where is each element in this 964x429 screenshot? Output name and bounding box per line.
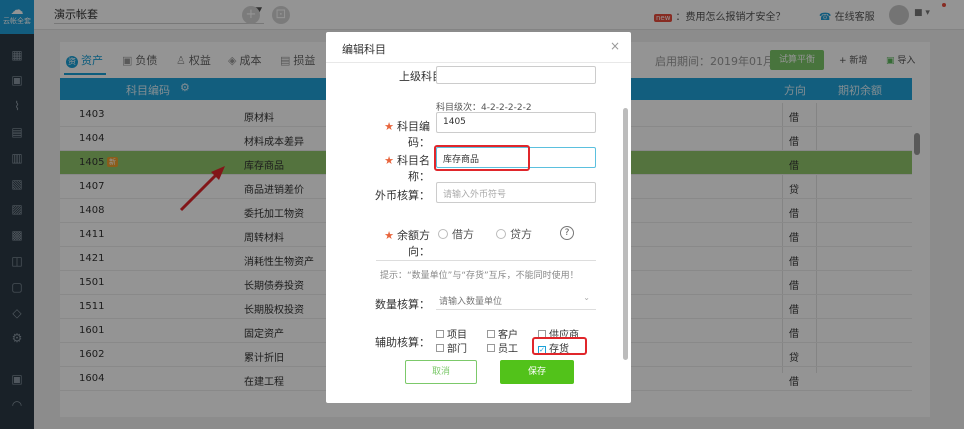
dialog-divider — [326, 62, 631, 63]
dialog-title: 编辑科目 — [342, 43, 386, 56]
name-label: 科目名称： — [397, 154, 430, 183]
highlight-box-inventory — [532, 337, 587, 355]
aux-option-project[interactable]: 项目 — [436, 326, 467, 341]
close-icon[interactable]: × — [610, 39, 620, 53]
cancel-button[interactable]: 取消 — [405, 360, 477, 384]
code-input[interactable]: 1405 — [436, 112, 596, 133]
help-icon[interactable]: ? — [560, 226, 574, 240]
direction-label: 余额方向： — [397, 229, 430, 258]
mutex-tip: 提示：“数量单位”与“存货”互斥，不能同时使用！ — [380, 271, 579, 281]
currency-input[interactable]: 请输入外币符号 — [436, 182, 596, 203]
parent-subject-input[interactable] — [436, 66, 596, 84]
highlight-box-name — [434, 145, 530, 171]
checkbox-icon — [436, 344, 444, 352]
checkbox-label: 部门 — [447, 344, 467, 355]
code-label: 科目编码： — [397, 120, 430, 149]
required-marker: ★ — [384, 229, 394, 242]
currency-label: 外币核算： — [375, 189, 430, 202]
checkbox-icon — [487, 344, 495, 352]
quantity-placeholder: 请输入数量单位 — [439, 297, 503, 307]
required-marker: ★ — [384, 120, 394, 133]
required-marker: ★ — [384, 154, 394, 167]
aux-option-employee[interactable]: 员工 — [487, 340, 518, 355]
radio-label: 贷方 — [510, 228, 532, 241]
radio-icon — [438, 229, 448, 239]
edit-subject-dialog: 编辑科目 × 上级科目： 科目级次：4-2-2-2-2-2 ★ 科目编码： 140… — [326, 32, 631, 403]
aux-option-customer[interactable]: 客户 — [487, 326, 518, 341]
radio-icon — [496, 229, 506, 239]
checkbox-icon — [436, 330, 444, 338]
radio-credit[interactable]: 贷方 — [496, 226, 532, 242]
save-button[interactable]: 保存 — [500, 360, 574, 384]
radio-debit[interactable]: 借方 — [438, 226, 474, 242]
radio-label: 借方 — [452, 228, 474, 241]
quantity-label: 数量核算： — [375, 298, 430, 311]
checkbox-icon — [487, 330, 495, 338]
aux-option-department[interactable]: 部门 — [436, 340, 467, 355]
chevron-down-icon: ⌄ — [583, 293, 590, 302]
quantity-input[interactable]: 请输入数量单位 ⌄ — [436, 290, 596, 310]
dialog-scrollbar[interactable] — [623, 108, 628, 360]
checkbox-label: 员工 — [498, 344, 518, 355]
aux-label: 辅助核算： — [375, 336, 430, 349]
tip-divider — [376, 260, 596, 261]
